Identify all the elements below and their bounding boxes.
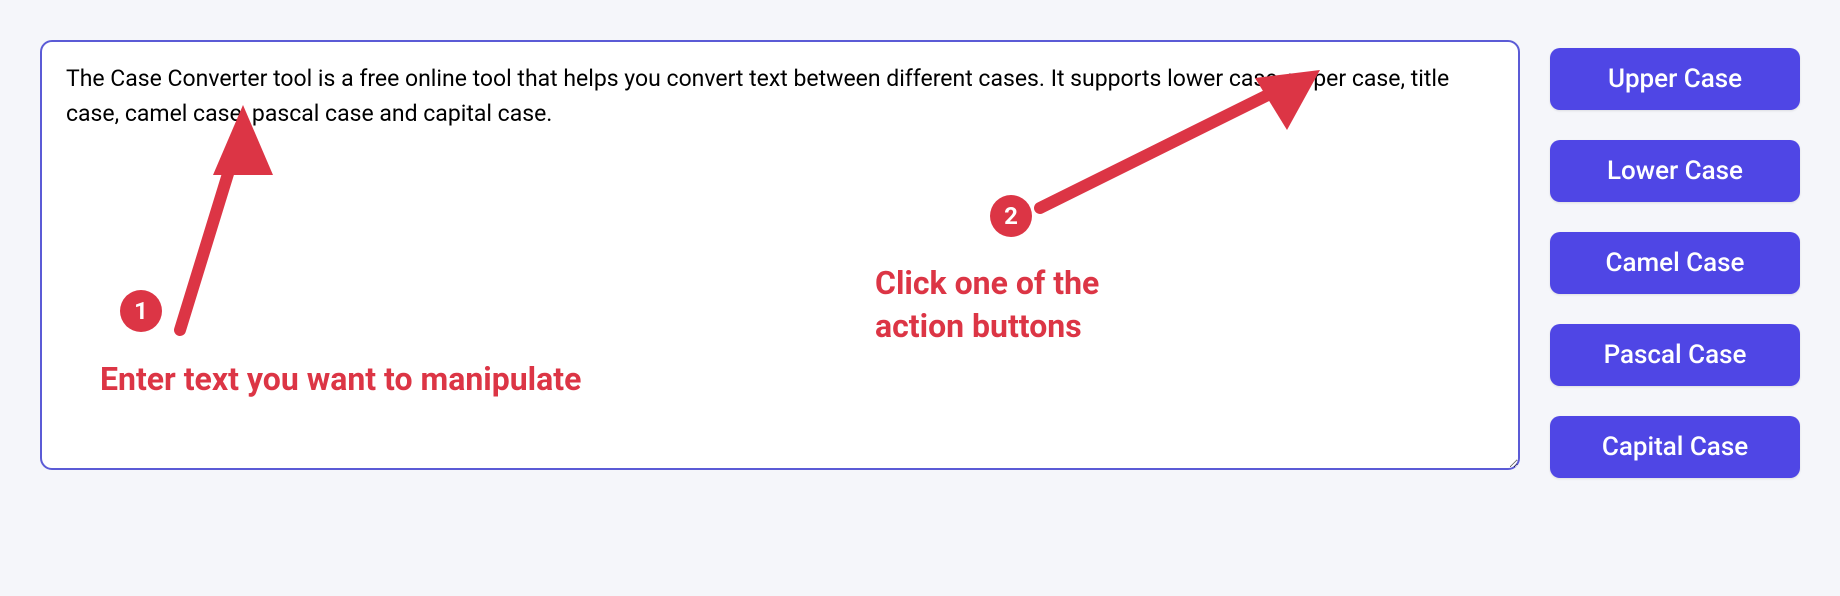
upper-case-button[interactable]: Upper Case <box>1550 48 1800 110</box>
main-container: Upper Case Lower Case Camel Case Pascal … <box>0 0 1840 518</box>
button-column: Upper Case Lower Case Camel Case Pascal … <box>1550 40 1800 478</box>
capital-case-button[interactable]: Capital Case <box>1550 416 1800 478</box>
lower-case-button[interactable]: Lower Case <box>1550 140 1800 202</box>
textarea-wrapper <box>40 40 1520 474</box>
text-input[interactable] <box>40 40 1520 470</box>
camel-case-button[interactable]: Camel Case <box>1550 232 1800 294</box>
pascal-case-button[interactable]: Pascal Case <box>1550 324 1800 386</box>
